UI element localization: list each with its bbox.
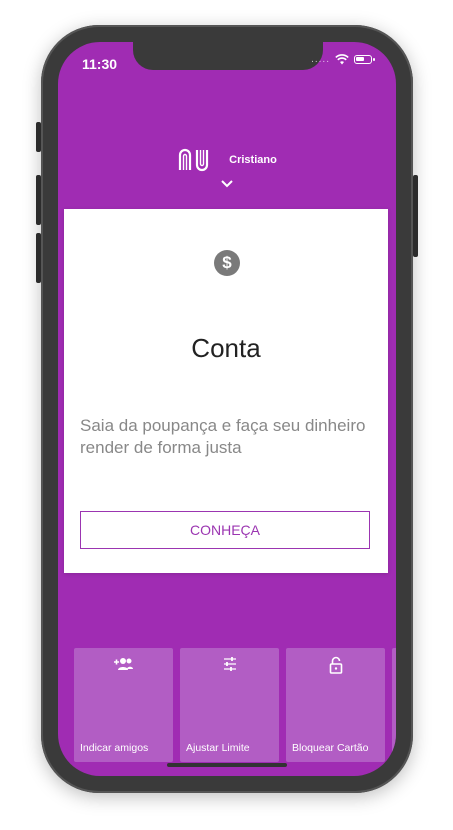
header-brand[interactable]: Cristiano	[58, 146, 396, 174]
shortcut-indicar-amigos[interactable]: Indicar amigos	[74, 648, 173, 762]
app-screen: 11:30 ..... Cristiano $ Conta Saia da po…	[58, 42, 396, 776]
shortcuts-row: Indicar amigos Ajustar Limite Bloquear C…	[74, 648, 396, 762]
conheca-button[interactable]: CONHEÇA	[80, 511, 370, 549]
card-description: Saia da poupança e faça seu dinheiro ren…	[80, 416, 366, 457]
power-button	[413, 175, 418, 257]
status-icons: .....	[311, 54, 375, 65]
notch	[133, 42, 323, 70]
mute-switch	[36, 122, 41, 152]
shortcut-next-peek[interactable]	[392, 648, 396, 762]
nu-logo-icon	[179, 148, 209, 172]
lock-icon	[329, 656, 342, 674]
card-title: Conta	[191, 333, 261, 363]
phone-frame: 11:30 ..... Cristiano $ Conta Saia da po…	[36, 25, 418, 793]
shortcut-bloquear-cartao[interactable]: Bloquear Cartão	[286, 648, 385, 762]
volume-up-button	[36, 175, 41, 225]
shortcut-ajustar-limite[interactable]: Ajustar Limite	[180, 648, 279, 762]
status-time: 11:30	[82, 56, 118, 72]
home-indicator[interactable]	[167, 763, 287, 767]
account-card: $ Conta Saia da poupança e faça seu dinh…	[64, 209, 388, 573]
signal-dots: .....	[311, 54, 330, 65]
volume-down-button	[36, 233, 41, 283]
shortcut-label: Bloquear Cartão	[292, 742, 369, 754]
sliders-icon	[223, 657, 236, 671]
wifi-icon	[335, 54, 349, 65]
battery-icon	[354, 55, 375, 64]
shortcut-label: Indicar amigos	[80, 742, 149, 754]
user-name: Cristiano	[229, 154, 277, 166]
shortcut-label: Ajustar Limite	[186, 742, 250, 754]
add-people-icon	[113, 658, 133, 670]
chevron-down-icon[interactable]	[219, 179, 235, 189]
dollar-circle-icon: $	[214, 250, 240, 276]
